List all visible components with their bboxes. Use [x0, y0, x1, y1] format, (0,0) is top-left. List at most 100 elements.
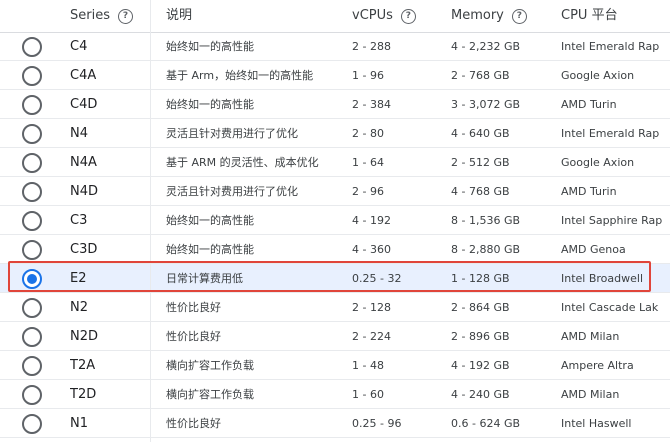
series-cell: C4: [70, 39, 88, 54]
series-cell: N2: [70, 300, 88, 315]
cpu-platform-cell: Ampere Altra: [561, 359, 634, 372]
table-row[interactable]: C4A 基于 Arm，始终如一的高性能 1 - 96 2 - 768 GB Google…: [0, 61, 670, 90]
help-icon[interactable]: ?: [400, 8, 416, 24]
description-cell: 性价比良好: [166, 417, 221, 430]
radio-button-icon[interactable]: [22, 298, 42, 318]
memory-cell: 4 - 240 GB: [451, 388, 510, 401]
table-row[interactable]: N4 灵活且针对费用进行了优化 2 - 80 4 - 640 GB Intel Emer…: [0, 119, 670, 148]
memory-cell: 0.6 - 624 GB: [451, 417, 521, 430]
series-cell: C3: [70, 213, 88, 228]
series-cell: N1: [70, 416, 88, 431]
vcpus-cell: 2 - 128: [352, 301, 391, 314]
cpu-platform-cell: AMD Turin: [561, 98, 617, 111]
series-cell: E2: [70, 271, 87, 286]
description-cell: 始终如一的高性能: [166, 214, 254, 227]
cpu-platform-cell: Intel Cascade Lak: [561, 301, 659, 314]
header-vcpus-label: vCPUs: [352, 8, 393, 23]
header-description: 说明: [166, 0, 192, 32]
description-cell: 性价比良好: [166, 301, 221, 314]
radio-button-icon[interactable]: [22, 95, 42, 115]
memory-cell: 8 - 2,880 GB: [451, 243, 521, 256]
description-cell: 灵活且针对费用进行了优化: [166, 127, 298, 140]
radio-button-icon[interactable]: [22, 356, 42, 376]
table-row[interactable]: N2D 性价比良好 2 - 224 2 - 896 GB AMD Milan: [0, 322, 670, 351]
vcpus-cell: 2 - 96: [352, 185, 384, 198]
table-row[interactable]: N1 性价比良好 0.25 - 96 0.6 - 624 GB Intel Haswel…: [0, 409, 670, 438]
radio-button-icon[interactable]: [22, 124, 42, 144]
header-cpu-platform: CPU 平台: [561, 0, 618, 32]
series-cell: N4: [70, 126, 88, 141]
series-cell: C4A: [70, 68, 97, 83]
table-row[interactable]: C3D 始终如一的高性能 4 - 360 8 - 2,880 GB AMD Genoa: [0, 235, 670, 264]
cpu-platform-cell: Intel Emerald Rap: [561, 127, 660, 140]
memory-cell: 2 - 864 GB: [451, 301, 510, 314]
header-memory-label: Memory: [451, 8, 504, 23]
radio-button-icon[interactable]: [22, 66, 42, 86]
vcpus-cell: 0.25 - 32: [352, 272, 402, 285]
description-cell: 横向扩容工作负载: [166, 359, 254, 372]
memory-cell: 1 - 128 GB: [451, 272, 510, 285]
series-cell: C3D: [70, 242, 98, 257]
vcpus-cell: 4 - 192: [352, 214, 391, 227]
memory-cell: 4 - 192 GB: [451, 359, 510, 372]
cpu-platform-cell: Intel Broadwell: [561, 272, 644, 285]
help-icon[interactable]: ?: [511, 8, 527, 24]
series-cell: N2D: [70, 329, 99, 344]
help-icon[interactable]: ?: [117, 8, 133, 24]
description-cell: 日常计算费用低: [166, 272, 243, 285]
vcpus-cell: 1 - 64: [352, 156, 384, 169]
description-cell: 性价比良好: [166, 330, 221, 343]
table-row[interactable]: N4A 基于 ARM 的灵活性、成本优化 1 - 64 2 - 512 GB Googl…: [0, 148, 670, 177]
memory-cell: 2 - 512 GB: [451, 156, 510, 169]
vcpus-cell: 2 - 384: [352, 98, 391, 111]
column-divider: [150, 0, 151, 442]
vcpus-cell: 2 - 224: [352, 330, 391, 343]
radio-button-icon[interactable]: [22, 240, 42, 260]
table-row[interactable]: C3 始终如一的高性能 4 - 192 8 - 1,536 GB Intel Sapph…: [0, 206, 670, 235]
header-memory[interactable]: Memory ?: [451, 0, 527, 32]
vcpus-cell: 2 - 288: [352, 40, 391, 53]
series-cell: T2D: [70, 387, 97, 402]
table-row[interactable]: N2 性价比良好 2 - 128 2 - 864 GB Intel Cascade La…: [0, 293, 670, 322]
description-cell: 始终如一的高性能: [166, 98, 254, 111]
series-cell: N4A: [70, 155, 97, 170]
table-row[interactable]: E2 日常计算费用低 0.25 - 32 1 - 128 GB Intel Broadw…: [0, 264, 670, 293]
cpu-platform-cell: Intel Haswell: [561, 417, 632, 430]
radio-button-icon[interactable]: [22, 385, 42, 405]
table-row[interactable]: N4D 灵活且针对费用进行了优化 2 - 96 4 - 768 GB AMD Turin: [0, 177, 670, 206]
series-cell: C4D: [70, 97, 98, 112]
radio-button-icon[interactable]: [22, 211, 42, 231]
radio-button-icon[interactable]: [22, 269, 42, 289]
header-cpu-platform-label: CPU 平台: [561, 8, 618, 23]
memory-cell: 2 - 768 GB: [451, 69, 510, 82]
header-series[interactable]: Series ?: [70, 0, 133, 32]
radio-button-icon[interactable]: [22, 182, 42, 202]
cpu-platform-cell: AMD Genoa: [561, 243, 626, 256]
radio-button-icon[interactable]: [22, 414, 42, 434]
memory-cell: 4 - 640 GB: [451, 127, 510, 140]
radio-button-icon[interactable]: [22, 327, 42, 347]
vcpus-cell: 0.25 - 96: [352, 417, 402, 430]
description-cell: 灵活且针对费用进行了优化: [166, 185, 298, 198]
vcpus-cell: 4 - 360: [352, 243, 391, 256]
header-series-label: Series: [70, 8, 110, 23]
vcpus-cell: 2 - 80: [352, 127, 384, 140]
table-row[interactable]: T2D 横向扩容工作负载 1 - 60 4 - 240 GB AMD Milan: [0, 380, 670, 409]
cpu-platform-cell: Google Axion: [561, 69, 635, 82]
vcpus-cell: 1 - 60: [352, 388, 384, 401]
table-row[interactable]: C4D 始终如一的高性能 2 - 384 3 - 3,072 GB AMD Turin: [0, 90, 670, 119]
series-cell: N4D: [70, 184, 99, 199]
vcpus-cell: 1 - 48: [352, 359, 384, 372]
table-row[interactable]: T2A 横向扩容工作负载 1 - 48 4 - 192 GB Ampere Altra: [0, 351, 670, 380]
table-row[interactable]: C4 始终如一的高性能 2 - 288 4 - 2,232 GB Intel Emera…: [0, 32, 670, 61]
description-cell: 基于 ARM 的灵活性、成本优化: [166, 156, 319, 169]
radio-button-icon[interactable]: [22, 37, 42, 57]
description-cell: 基于 Arm，始终如一的高性能: [166, 69, 314, 82]
series-cell: T2A: [70, 358, 96, 373]
radio-button-icon[interactable]: [22, 153, 42, 173]
header-description-label: 说明: [166, 8, 193, 23]
description-cell: 始终如一的高性能: [166, 40, 254, 53]
header-vcpus[interactable]: vCPUs ?: [352, 0, 416, 32]
cpu-platform-cell: AMD Turin: [561, 185, 617, 198]
memory-cell: 4 - 2,232 GB: [451, 40, 521, 53]
